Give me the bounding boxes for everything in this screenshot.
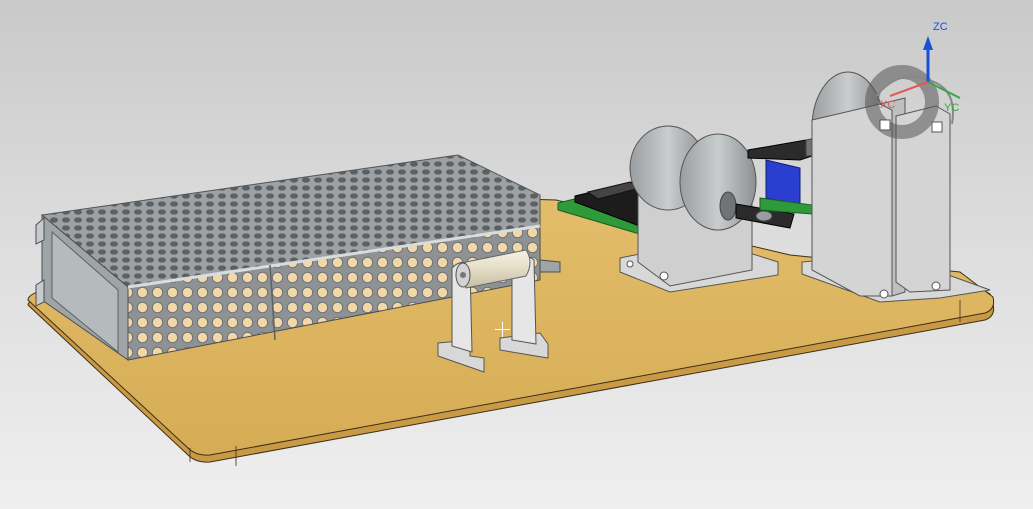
axis-label-yc: YC [944,102,960,114]
crosshair-cursor-icon [495,322,510,337]
blue-connector[interactable] [759,159,813,215]
axis-label-xc: XC [880,99,896,111]
cad-viewport[interactable]: ZC XC YC [0,0,1033,509]
cad-scene[interactable] [0,0,1033,509]
axis-label-zc: ZC [933,21,948,33]
